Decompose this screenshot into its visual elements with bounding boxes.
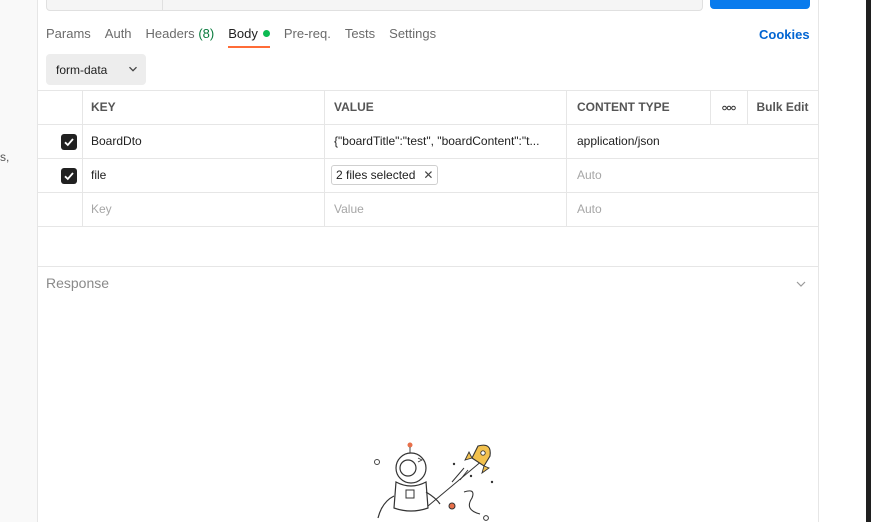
checkmark-icon xyxy=(64,172,74,181)
send-button[interactable] xyxy=(710,0,810,9)
response-divider[interactable] xyxy=(38,266,818,267)
tab-settings[interactable]: Settings xyxy=(389,24,436,48)
body-mode-select[interactable]: form-data xyxy=(46,54,146,85)
column-header-value: VALUE xyxy=(326,91,567,124)
row-key[interactable]: file xyxy=(83,159,325,192)
body-mode-value: form-data xyxy=(56,63,108,77)
row-value: 2 files selected ✕ xyxy=(326,159,567,192)
row-content-type[interactable]: Auto xyxy=(568,159,710,192)
tab-tests[interactable]: Tests xyxy=(345,24,375,48)
truncated-sidebar-text: s, xyxy=(0,150,10,164)
table-header-row: KEY VALUE CONTENT TYPE Bulk Edit xyxy=(38,90,818,125)
chevron-down-icon xyxy=(129,66,137,72)
request-tabs: Params Auth Headers (8) Body Pre-req. Te… xyxy=(46,24,450,48)
url-bar[interactable] xyxy=(46,0,703,11)
chevron-down-icon[interactable] xyxy=(795,278,807,290)
cookies-link[interactable]: Cookies xyxy=(759,27,810,42)
close-icon[interactable]: ✕ xyxy=(423,168,433,182)
row-value[interactable]: {"boardTitle":"test", "boardContent":"t.… xyxy=(326,125,567,158)
table-row-new: Key Value Auto xyxy=(38,193,818,227)
table-row: file 2 files selected ✕ Auto xyxy=(38,159,818,193)
more-options-button[interactable] xyxy=(710,91,748,124)
window-edge xyxy=(866,0,871,522)
astronaut-rocket-illustration xyxy=(374,442,494,521)
row-content-type[interactable]: application/json xyxy=(568,125,710,158)
checkmark-icon xyxy=(64,138,74,147)
file-selection-chip[interactable]: 2 files selected ✕ xyxy=(331,165,439,185)
new-content-type-input[interactable]: Auto xyxy=(568,193,710,226)
tab-body[interactable]: Body xyxy=(228,24,270,48)
right-panel-edge xyxy=(818,0,871,522)
form-data-table: KEY VALUE CONTENT TYPE Bulk Edit BoardDt… xyxy=(38,90,818,227)
new-value-input[interactable]: Value xyxy=(326,193,567,226)
response-title: Response xyxy=(46,275,110,291)
row-checkbox[interactable] xyxy=(61,168,77,184)
row-key[interactable]: BoardDto xyxy=(83,125,325,158)
more-horizontal-icon xyxy=(722,105,736,111)
table-row: BoardDto {"boardTitle":"test", "boardCon… xyxy=(38,125,818,159)
request-panel: Params Auth Headers (8) Body Pre-req. Te… xyxy=(38,0,818,522)
column-header-content-type: CONTENT TYPE xyxy=(577,100,670,114)
column-header-key: KEY xyxy=(83,91,325,124)
headers-count: (8) xyxy=(198,26,215,41)
tab-headers[interactable]: Headers (8) xyxy=(146,24,215,48)
tab-prereq[interactable]: Pre-req. xyxy=(284,24,331,48)
tab-auth[interactable]: Auth xyxy=(105,24,132,48)
tab-params[interactable]: Params xyxy=(46,24,91,48)
row-checkbox[interactable] xyxy=(61,134,77,150)
body-status-dot xyxy=(262,30,270,37)
new-key-input[interactable]: Key xyxy=(83,193,325,226)
bulk-edit-button[interactable]: Bulk Edit xyxy=(747,91,818,124)
left-sidebar-edge: s, xyxy=(0,0,38,522)
